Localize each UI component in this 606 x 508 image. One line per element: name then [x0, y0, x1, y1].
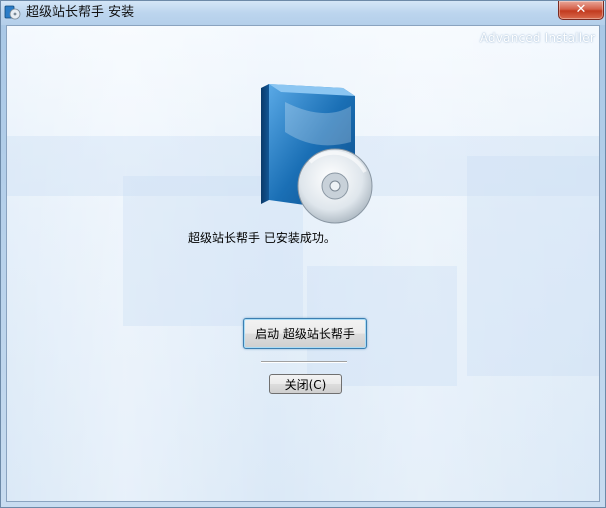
installer-app-icon — [4, 5, 21, 20]
window-title: 超级站长帮手 安装 — [26, 5, 135, 20]
background-panel — [467, 156, 599, 376]
installer-window: 超级站长帮手 安装 ✕ Advanced Installer 超级站长帮手 已安… — [0, 0, 606, 508]
software-box-with-cd-icon — [261, 84, 373, 224]
close-icon: ✕ — [575, 2, 587, 17]
launch-app-button[interactable]: 启动 超级站长帮手 — [243, 318, 367, 349]
divider — [261, 361, 347, 363]
title-bar[interactable]: 超级站长帮手 安装 ✕ — [1, 1, 605, 25]
installer-content: Advanced Installer 超级站长帮手 已安装成功。 启动 超级站长… — [6, 25, 600, 502]
window-close-button[interactable]: ✕ — [558, 1, 604, 20]
advanced-installer-brand: Advanced Installer — [479, 31, 595, 45]
close-button[interactable]: 关闭(C) — [269, 374, 342, 394]
install-success-message: 超级站长帮手 已安装成功。 — [188, 231, 336, 245]
